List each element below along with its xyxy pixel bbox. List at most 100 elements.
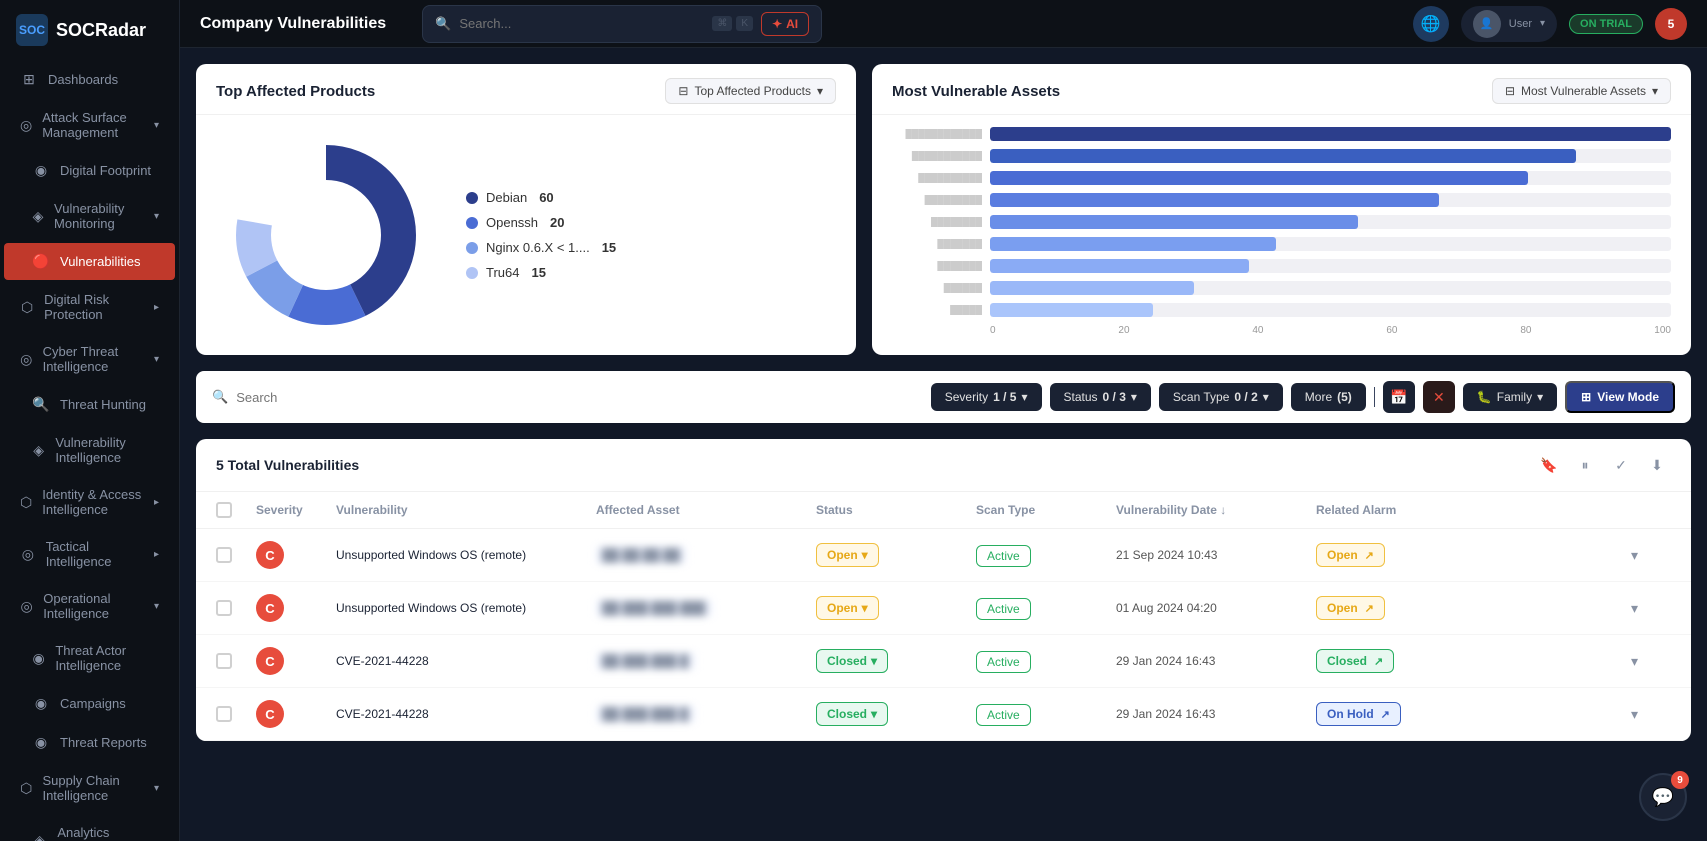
legend-dot-debian [466,192,478,204]
scan-type-filter-button[interactable]: Scan Type 0 / 2 ▾ [1159,383,1283,411]
chevron-icon-8: ▾ [154,783,159,794]
check-icon[interactable]: ✓ [1607,451,1635,479]
chevron-icon-3: ▸ [154,302,159,313]
threat-actor-icon: ◉ [32,650,45,667]
sidebar-item-operational[interactable]: ◎ Operational Intelligence ▾ [4,581,175,631]
sidebar-item-cyber-threat[interactable]: ◎ Cyber Threat Intelligence ▾ [4,334,175,384]
vuln-search-input[interactable] [236,390,923,405]
sidebar-item-campaigns[interactable]: ◉ Campaigns [4,685,175,722]
link-icon-r3: ↗ [1374,655,1383,668]
tactical-icon: ◎ [20,546,36,563]
more-label: More [1305,390,1332,404]
sidebar-item-digital-footprint[interactable]: ◉ Digital Footprint [4,152,175,189]
chat-fab-button[interactable]: 💬 9 [1639,773,1687,821]
view-mode-label: View Mode [1597,390,1659,404]
legend-dot-openssh [466,217,478,229]
sidebar-item-threat-hunting[interactable]: 🔍 Threat Hunting [4,386,175,423]
bar-label-1: ████████████ [892,129,982,139]
sidebar-item-tactical[interactable]: ◎ Tactical Intelligence ▸ [4,529,175,579]
globe-button[interactable]: 🌐 [1413,6,1449,42]
scan-type-chevron-icon: ▾ [1263,390,1269,404]
ai-button[interactable]: ✦ AI [761,12,809,36]
notification-button[interactable]: 5 [1655,8,1687,40]
row-3-date: 29 Jan 2024 16:43 [1116,654,1316,668]
legend-item-debian: Debian 60 [466,190,616,205]
row-3-checkbox[interactable] [216,653,256,669]
charts-row: Top Affected Products ⊟ Top Affected Pro… [196,64,1691,355]
row-4-status[interactable]: Closed ▾ [816,702,976,726]
clear-filter-button[interactable]: ✕ [1423,381,1455,413]
row-2-alarm[interactable]: Open ↗ [1316,596,1631,620]
pause-icon[interactable]: ⏸ [1571,451,1599,479]
row-3-alarm[interactable]: Closed ↗ [1316,649,1631,673]
sidebar-item-vuln-intelligence[interactable]: ◈ Vulnerability Intelligence [4,425,175,475]
total-count-label: 5 Total Vulnerabilities [216,457,359,473]
sidebar-item-supply-chain[interactable]: ⬡ Supply Chain Intelligence ▾ [4,763,175,813]
row-1-checkbox[interactable] [216,547,256,563]
severity-filter-button[interactable]: Severity 1 / 5 ▾ [931,383,1042,411]
main-area: Company Vulnerabilities 🔍 ⌘ K ✦ AI 🌐 👤 U… [180,0,1707,841]
bar-chart-header: Most Vulnerable Assets ⊟ Most Vulnerable… [872,64,1691,115]
table-row: C Unsupported Windows OS (remote) ██.██.… [196,529,1691,582]
download-icon[interactable]: ⬇ [1643,451,1671,479]
sidebar-item-identity-access[interactable]: ⬡ Identity & Access Intelligence ▸ [4,477,175,527]
status-filter-button[interactable]: Status 0 / 3 ▾ [1050,383,1151,411]
col-checkbox [216,502,256,518]
view-mode-icon: ⊞ [1581,390,1591,404]
calendar-filter-button[interactable]: 📅 [1383,381,1415,413]
donut-chart-title: Top Affected Products [216,83,375,100]
col-status: Status [816,503,976,517]
chevron-down-icon-donut: ▾ [817,84,823,98]
chevron-down-icon-2: ▾ [154,211,159,222]
search-bar[interactable]: 🔍 ⌘ K ✦ AI [422,5,822,43]
row-1-alarm[interactable]: Open ↗ [1316,543,1631,567]
row-3-expand-button[interactable]: ▾ [1631,653,1671,670]
view-mode-button[interactable]: ⊞ View Mode [1565,381,1675,413]
bar-track-1 [990,127,1671,141]
status-label: Status [1064,390,1098,404]
row-2-expand-button[interactable]: ▾ [1631,600,1671,617]
row-3-asset: ██.███.███.█ [596,652,816,670]
bar-filter-button[interactable]: ⊟ Most Vulnerable Assets ▾ [1492,78,1671,104]
footprint-icon: ◉ [32,162,50,179]
row-1-severity: C [256,541,336,569]
bar-chart-card: Most Vulnerable Assets ⊟ Most Vulnerable… [872,64,1691,355]
row-3-status[interactable]: Closed ▾ [816,649,976,673]
bar-fill-2 [990,149,1576,163]
bookmark-icon[interactable]: 🔖 [1535,451,1563,479]
bar-label-9: █████ [892,305,982,315]
filter-search-area[interactable]: 🔍 [212,389,923,405]
bar-label-5: ████████ [892,217,982,227]
row-2-checkbox[interactable] [216,600,256,616]
sidebar-item-attack-surface[interactable]: ◎ Attack Surface Management ▾ [4,100,175,150]
sidebar-item-threat-reports[interactable]: ◉ Threat Reports [4,724,175,761]
bar-row-7: ███████ [892,259,1671,273]
row-2-status[interactable]: Open ▾ [816,596,976,620]
row-1-expand-button[interactable]: ▾ [1631,547,1671,564]
vulnerabilities-icon: 🔴 [32,253,50,270]
row-4-expand-button[interactable]: ▾ [1631,706,1671,723]
row-1-status[interactable]: Open ▾ [816,543,976,567]
row-4-alarm[interactable]: On Hold ↗ [1316,702,1631,726]
family-filter-button[interactable]: 🐛 Family ▾ [1463,383,1557,411]
bar-track-6 [990,237,1671,251]
sidebar-item-dashboards[interactable]: ⊞ Dashboards [4,61,175,98]
select-all-checkbox[interactable] [216,502,232,518]
vuln-intel-icon: ◈ [32,442,45,459]
sidebar-item-vulnerability-monitoring[interactable]: ◈ Vulnerability Monitoring ▾ [4,191,175,241]
sidebar-item-analytics[interactable]: ◈ Analytics Dashboard [4,815,175,841]
sidebar-item-vulnerabilities[interactable]: 🔴 Vulnerabilities [4,243,175,280]
row-4-scan-type: Active [976,707,1116,722]
row-4-date: 29 Jan 2024 16:43 [1116,707,1316,721]
column-headers: Severity Vulnerability Affected Asset St… [196,492,1691,529]
row-4-asset: ██.███.███.█ [596,705,816,723]
sidebar-item-threat-actor[interactable]: ◉ Threat Actor Intelligence [4,633,175,683]
more-filter-button[interactable]: More (5) [1291,383,1366,411]
search-input[interactable] [459,16,704,31]
family-chevron-icon: ▾ [1537,390,1543,404]
sidebar-item-digital-risk[interactable]: ⬡ Digital Risk Protection ▸ [4,282,175,332]
bar-row-6: ███████ [892,237,1671,251]
row-4-checkbox[interactable] [216,706,256,722]
donut-filter-button[interactable]: ⊟ Top Affected Products ▾ [665,78,836,104]
user-info[interactable]: 👤 User ▾ [1461,6,1557,42]
